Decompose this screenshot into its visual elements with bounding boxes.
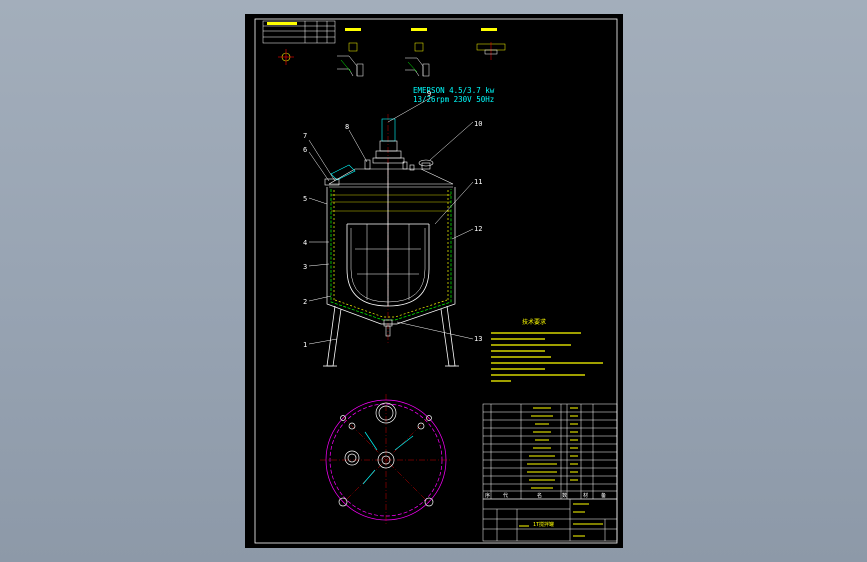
- balloon-5: 5: [303, 195, 307, 203]
- header-col-5: 材: [583, 492, 588, 499]
- drawing-sheet: EMERSON 4.5/3.7 kw 13/26rpm 230V 50Hz 7 …: [245, 14, 623, 548]
- header-col-3: 名: [537, 492, 542, 499]
- motor-spec-line1: EMERSON 4.5/3.7 kw: [413, 86, 495, 95]
- tank-legs: [323, 305, 459, 367]
- balloon-10: 10: [474, 120, 482, 128]
- plan-view: [320, 394, 452, 526]
- tank-top-head: [324, 159, 454, 188]
- balloon-12: 12: [474, 225, 482, 233]
- balloon-1: 1: [303, 341, 307, 349]
- title-block: [482, 498, 618, 542]
- leader-lines: [308, 96, 474, 345]
- header-col-1: 序: [485, 492, 490, 499]
- balloon-3: 3: [303, 263, 307, 271]
- technical-notes: [491, 332, 603, 382]
- motor-gearbox: [372, 118, 405, 164]
- detail-view-3: [476, 28, 506, 60]
- projection-symbol: [278, 49, 294, 65]
- detail-view-2: [405, 28, 430, 77]
- part-balloons: 7 6 5 4 3 2 1 8 9 10 11 12 13: [303, 90, 482, 349]
- balloon-7: 7: [303, 132, 307, 140]
- drawing-name: 1T搅拌罐: [533, 521, 554, 528]
- header-col-2: 代: [503, 492, 508, 499]
- header-col-6: 备: [601, 492, 606, 499]
- balloon-8: 8: [345, 123, 349, 131]
- header-col-4: 数: [562, 492, 567, 499]
- mixing-tank-drawing: EMERSON 4.5/3.7 kw 13/26rpm 230V 50Hz 7 …: [254, 18, 618, 544]
- notes-title: 技术要求: [522, 318, 546, 326]
- parts-list-header: 序 代 名 数 材 备: [485, 492, 606, 499]
- balloon-13: 13: [474, 335, 482, 343]
- detail-view-1: [337, 28, 364, 77]
- tank-shell: [326, 187, 456, 325]
- parts-list: [482, 403, 618, 500]
- balloon-11: 11: [474, 178, 482, 186]
- balloon-6: 6: [303, 146, 307, 154]
- revision-table: [262, 20, 336, 44]
- agitator: [346, 163, 430, 307]
- balloon-4: 4: [303, 239, 307, 247]
- balloon-2: 2: [303, 298, 307, 306]
- motor-spec-line2: 13/26rpm 230V 50Hz: [413, 95, 494, 104]
- balloon-9: 9: [427, 90, 431, 98]
